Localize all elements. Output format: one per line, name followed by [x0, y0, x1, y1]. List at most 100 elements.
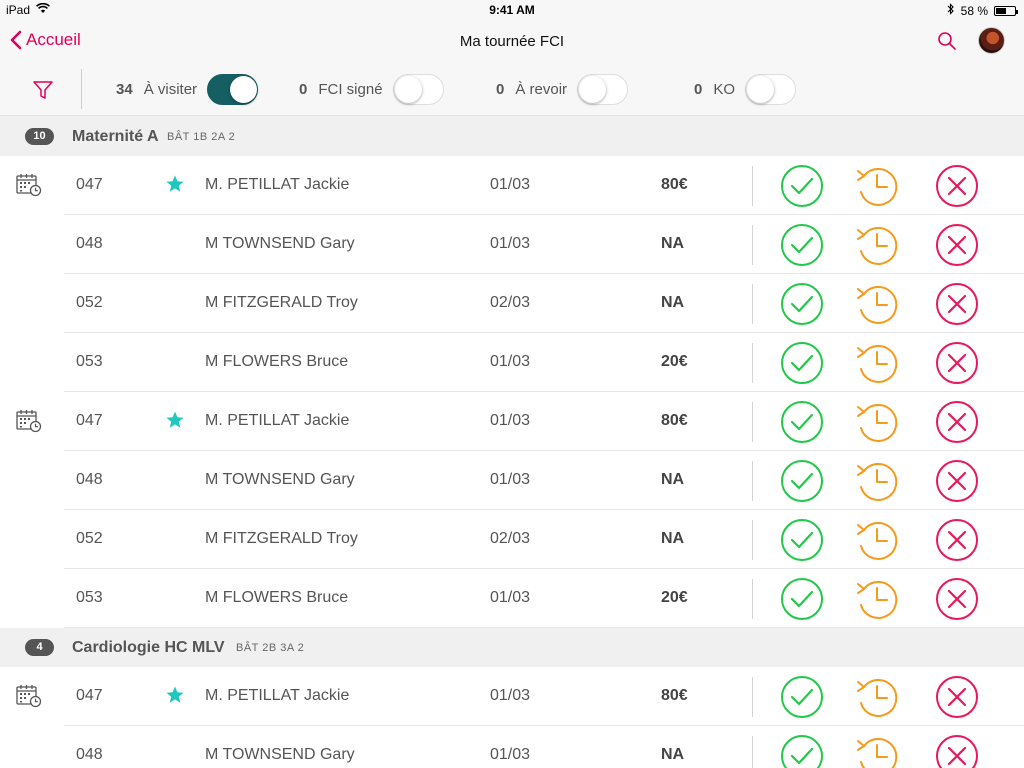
visit-date: 01/03: [490, 176, 531, 193]
amount: 20€: [661, 353, 688, 370]
visit-date: 01/03: [490, 353, 531, 370]
patient-row[interactable]: 047 M. PETILLAT Jackie 01/03 80€: [0, 667, 1024, 726]
room-number: 047: [76, 687, 103, 704]
visit-date: 01/03: [490, 235, 531, 252]
history-clock-icon[interactable]: [855, 400, 901, 449]
section-name: Maternité A: [72, 128, 159, 145]
visit-date: 01/03: [490, 471, 531, 488]
star-icon: [165, 410, 185, 435]
history-clock-icon[interactable]: [855, 282, 901, 331]
history-clock-icon[interactable]: [855, 459, 901, 508]
amount: NA: [661, 471, 685, 488]
calendar-clock-icon[interactable]: [16, 409, 42, 438]
filter-count: 0: [496, 80, 505, 98]
amount: NA: [661, 530, 685, 547]
close-icon[interactable]: [935, 577, 979, 626]
room-number: 047: [76, 176, 103, 193]
room-number: 053: [76, 353, 103, 370]
patient-row[interactable]: 052 M FITZGERALD Troy 02/03 NA: [0, 274, 1024, 333]
amount: NA: [661, 235, 685, 252]
close-icon[interactable]: [935, 459, 979, 508]
history-clock-icon[interactable]: [855, 223, 901, 272]
amount: NA: [661, 746, 685, 763]
patient-row[interactable]: 048 M TOWNSEND Gary 01/03 NA: [0, 215, 1024, 274]
calendar-clock-icon[interactable]: [16, 173, 42, 202]
close-icon[interactable]: [935, 223, 979, 272]
amount: 20€: [661, 589, 688, 606]
close-icon[interactable]: [935, 282, 979, 331]
close-icon[interactable]: [935, 164, 979, 213]
patient-row[interactable]: 053 M FLOWERS Bruce 01/03 20€: [0, 333, 1024, 392]
check-icon[interactable]: [780, 400, 824, 449]
close-icon[interactable]: [935, 341, 979, 390]
calendar-clock-icon[interactable]: [16, 684, 42, 713]
row-divider: [752, 461, 753, 501]
row-divider: [752, 677, 753, 717]
close-icon[interactable]: [935, 675, 979, 724]
patient-row[interactable]: 052 M FITZGERALD Troy 02/03 NA: [0, 510, 1024, 569]
patient-name: M TOWNSEND Gary: [205, 746, 355, 763]
toggle-a-visiter[interactable]: [207, 73, 259, 105]
row-divider: [752, 579, 753, 619]
room-number: 052: [76, 530, 103, 547]
history-clock-icon[interactable]: [855, 341, 901, 390]
toggle-ko[interactable]: [745, 73, 797, 105]
history-clock-icon[interactable]: [855, 734, 901, 768]
filter-icon[interactable]: [32, 79, 54, 106]
toggle-knob: [747, 75, 775, 103]
filter-count: 0: [299, 80, 308, 98]
row-divider: [752, 343, 753, 383]
check-icon[interactable]: [780, 164, 824, 213]
search-icon[interactable]: [937, 31, 957, 56]
history-clock-icon[interactable]: [855, 675, 901, 724]
filter-a-revoir: 0 À revoir: [496, 72, 629, 106]
check-icon[interactable]: [780, 675, 824, 724]
row-divider: [752, 225, 753, 265]
page-title: Ma tournée FCI: [459, 33, 565, 50]
bluetooth-icon: [947, 3, 955, 18]
toggle-knob: [394, 75, 422, 103]
patient-row[interactable]: 047 M. PETILLAT Jackie 01/03 80€: [0, 392, 1024, 451]
section-name: Cardiologie HC MLV: [72, 639, 225, 656]
patient-row[interactable]: 047 M. PETILLAT Jackie 01/03 80€: [0, 156, 1024, 215]
status-right: 58 %: [947, 3, 1018, 18]
filter-label: KO: [713, 80, 736, 98]
check-icon[interactable]: [780, 577, 824, 626]
check-icon[interactable]: [780, 459, 824, 508]
patient-row[interactable]: 048 M TOWNSEND Gary 01/03 NA: [0, 726, 1024, 768]
toggle-knob: [579, 75, 607, 103]
close-icon[interactable]: [935, 518, 979, 567]
patient-row[interactable]: 048 M TOWNSEND Gary 01/03 NA: [0, 451, 1024, 510]
filter-count: 34: [116, 80, 133, 98]
section-header: 4 Cardiologie HC MLV BÂT 2B 3A 2: [0, 628, 1024, 667]
room-number: 047: [76, 412, 103, 429]
check-icon[interactable]: [780, 223, 824, 272]
patient-name: M FITZGERALD Troy: [205, 530, 358, 547]
star-icon: [165, 685, 185, 710]
toggle-a-revoir[interactable]: [577, 73, 629, 105]
history-clock-icon[interactable]: [855, 518, 901, 567]
toggle-fci-signe[interactable]: [392, 73, 444, 105]
patient-row[interactable]: 053 M FLOWERS Bruce 01/03 20€: [0, 569, 1024, 628]
close-icon[interactable]: [935, 400, 979, 449]
avatar[interactable]: [978, 27, 1005, 54]
amount: 80€: [661, 412, 688, 429]
visit-date: 01/03: [490, 412, 531, 429]
patient-name: M FITZGERALD Troy: [205, 294, 358, 311]
section-count-badge: 4: [25, 639, 54, 656]
section-header: 10 Maternité A BÂT 1B 2A 2: [0, 117, 1024, 156]
filter-bar: 34 À visiter 0 FCI signé 0 À revoir 0 KO: [0, 64, 1024, 116]
filter-ko: 0 KO: [694, 72, 797, 106]
visit-date: 02/03: [490, 530, 531, 547]
battery-icon: [994, 5, 1018, 16]
check-icon[interactable]: [780, 341, 824, 390]
check-icon[interactable]: [780, 282, 824, 331]
filter-label: À visiter: [143, 80, 198, 98]
check-icon[interactable]: [780, 734, 824, 768]
history-clock-icon[interactable]: [855, 164, 901, 213]
history-clock-icon[interactable]: [855, 577, 901, 626]
check-icon[interactable]: [780, 518, 824, 567]
close-icon[interactable]: [935, 734, 979, 768]
section-count-badge: 10: [25, 128, 54, 145]
room-number: 048: [76, 471, 103, 488]
